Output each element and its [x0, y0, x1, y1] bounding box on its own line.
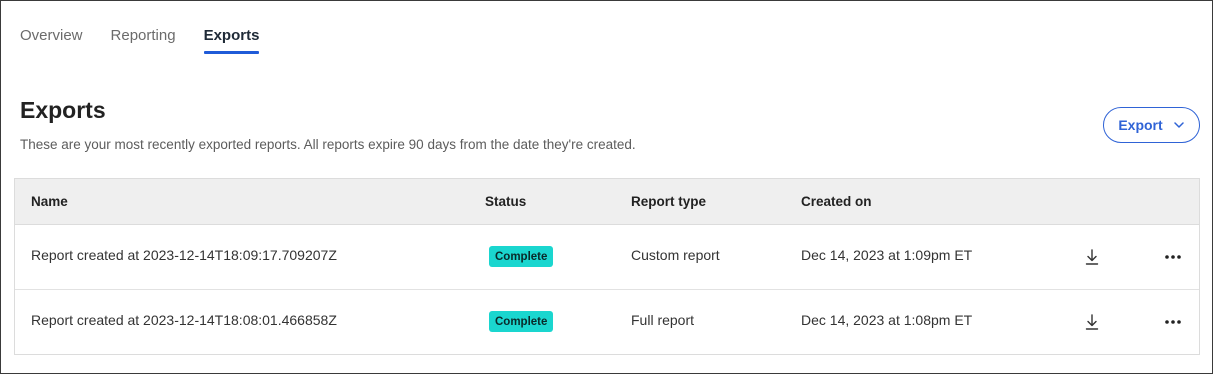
- column-header-report-type: Report type: [631, 194, 707, 209]
- tab-reporting[interactable]: Reporting: [111, 27, 176, 55]
- table-header: Name Status Report type Created on: [15, 179, 1199, 225]
- report-type: Custom report: [631, 247, 720, 263]
- download-icon[interactable]: [1083, 312, 1101, 332]
- more-horizontal-icon[interactable]: [1163, 247, 1183, 267]
- column-header-name: Name: [31, 194, 68, 209]
- more-horizontal-icon[interactable]: [1163, 312, 1183, 332]
- page-description: These are your most recently exported re…: [20, 137, 636, 152]
- report-name: Report created at 2023-12-14T18:09:17.70…: [31, 247, 337, 263]
- exports-page: Overview Reporting Exports Exports These…: [0, 0, 1213, 374]
- created-on: Dec 14, 2023 at 1:08pm ET: [801, 312, 973, 328]
- created-on: Dec 14, 2023 at 1:09pm ET: [801, 247, 973, 263]
- tab-bar: Overview Reporting Exports: [20, 27, 287, 55]
- status-badge: Complete: [489, 246, 554, 267]
- column-header-status: Status: [485, 194, 527, 209]
- chevron-down-icon: [1173, 119, 1185, 131]
- export-button-label: Export: [1118, 117, 1163, 133]
- page-title: Exports: [20, 97, 106, 123]
- download-icon[interactable]: [1083, 247, 1101, 267]
- table-row: Report created at 2023-12-14T18:08:01.46…: [15, 290, 1199, 355]
- tab-overview[interactable]: Overview: [20, 27, 83, 55]
- report-name: Report created at 2023-12-14T18:08:01.46…: [31, 312, 337, 328]
- table-row: Report created at 2023-12-14T18:09:17.70…: [15, 225, 1199, 290]
- report-type: Full report: [631, 312, 695, 328]
- status-badge: Complete: [489, 311, 554, 332]
- exports-table: Name Status Report type Created on Repor…: [14, 178, 1200, 355]
- tab-exports[interactable]: Exports: [203, 27, 259, 55]
- export-button[interactable]: Export: [1103, 107, 1200, 143]
- column-header-created-on: Created on: [801, 194, 872, 209]
